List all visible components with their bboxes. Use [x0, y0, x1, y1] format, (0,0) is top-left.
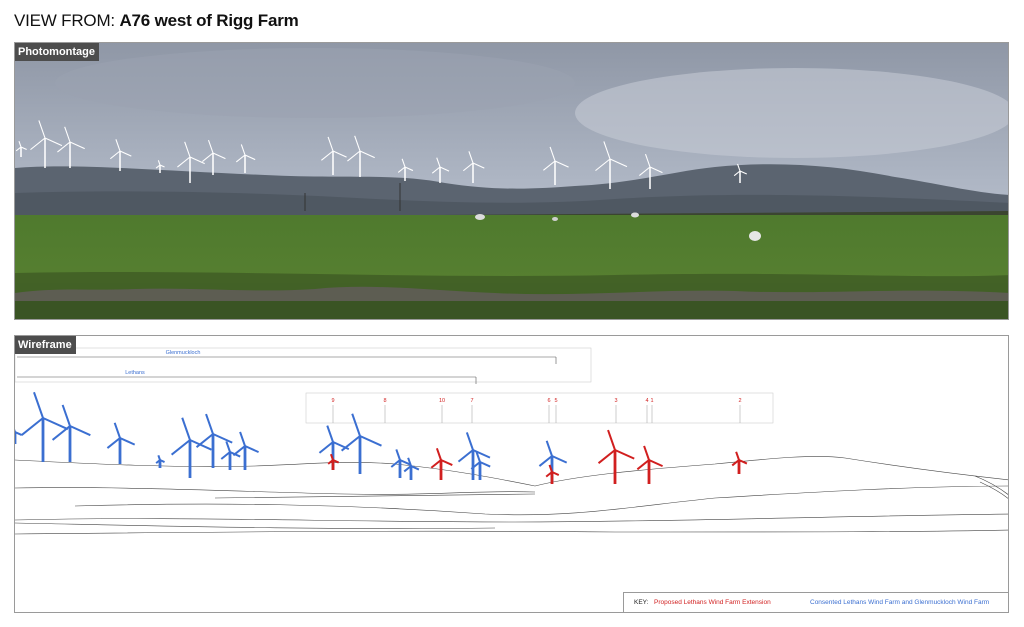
consented-turbine: [15, 428, 23, 444]
key-consented: Consented Lethans Wind Farm and Glenmuck…: [810, 599, 990, 606]
consented-turbine: [21, 391, 69, 462]
turbine-number-label: 5: [554, 398, 557, 404]
wireframe-label: Wireframe: [15, 336, 76, 354]
consented-turbine: [170, 417, 212, 478]
proposed-turbine: [731, 451, 748, 474]
turbine-number-label: 7: [470, 398, 473, 404]
wireframe-panel: Wireframe Glenmuckloch Lethans 9 8 10 7 6 5 3 4…: [14, 335, 1009, 613]
key-label: KEY:: [634, 599, 649, 606]
turbine-number-label: 2: [738, 398, 741, 404]
proposed-turbine: [430, 447, 453, 480]
consented-turbine: [51, 404, 91, 462]
view-title-prefix: VIEW FROM:: [14, 11, 120, 30]
photomontage-label: Photomontage: [15, 43, 99, 61]
consented-turbine: [390, 449, 411, 478]
consented-turbine: [403, 457, 420, 480]
wireframe-image: Glenmuckloch Lethans 9 8 10 7 6 5 3 4 1 2: [15, 347, 1008, 535]
proposed-turbine: [636, 445, 663, 484]
turbine-number-label: 6: [547, 398, 550, 404]
turbine-number-label: 3: [614, 398, 617, 404]
turbine-number-label: 10: [439, 398, 445, 404]
consented-turbine: [195, 413, 233, 468]
turbine-number-label: 8: [383, 398, 386, 404]
lethans-label: Lethans: [125, 370, 145, 376]
consented-turbine: [106, 422, 136, 464]
photomontage-image: [15, 43, 1008, 319]
view-location: A76 west of Rigg Farm: [119, 11, 299, 30]
consented-turbine: [232, 431, 259, 470]
consented-turbine: [220, 441, 241, 470]
turbine-number-label: 1: [650, 398, 653, 404]
legend-key: KEY: Proposed Lethans Wind Farm Extensio…: [623, 592, 1008, 612]
proposed-turbine: [597, 429, 635, 484]
key-proposed: Proposed Lethans Wind Farm Extension: [654, 599, 771, 606]
turbine-number-label: 9: [331, 398, 334, 404]
turbine-number-label: 4: [645, 398, 648, 404]
view-title: VIEW FROM: A76 west of Rigg Farm: [14, 11, 299, 31]
photomontage-panel: Photomontage: [14, 42, 1009, 320]
glenmuckloch-label: Glenmuckloch: [166, 350, 201, 356]
